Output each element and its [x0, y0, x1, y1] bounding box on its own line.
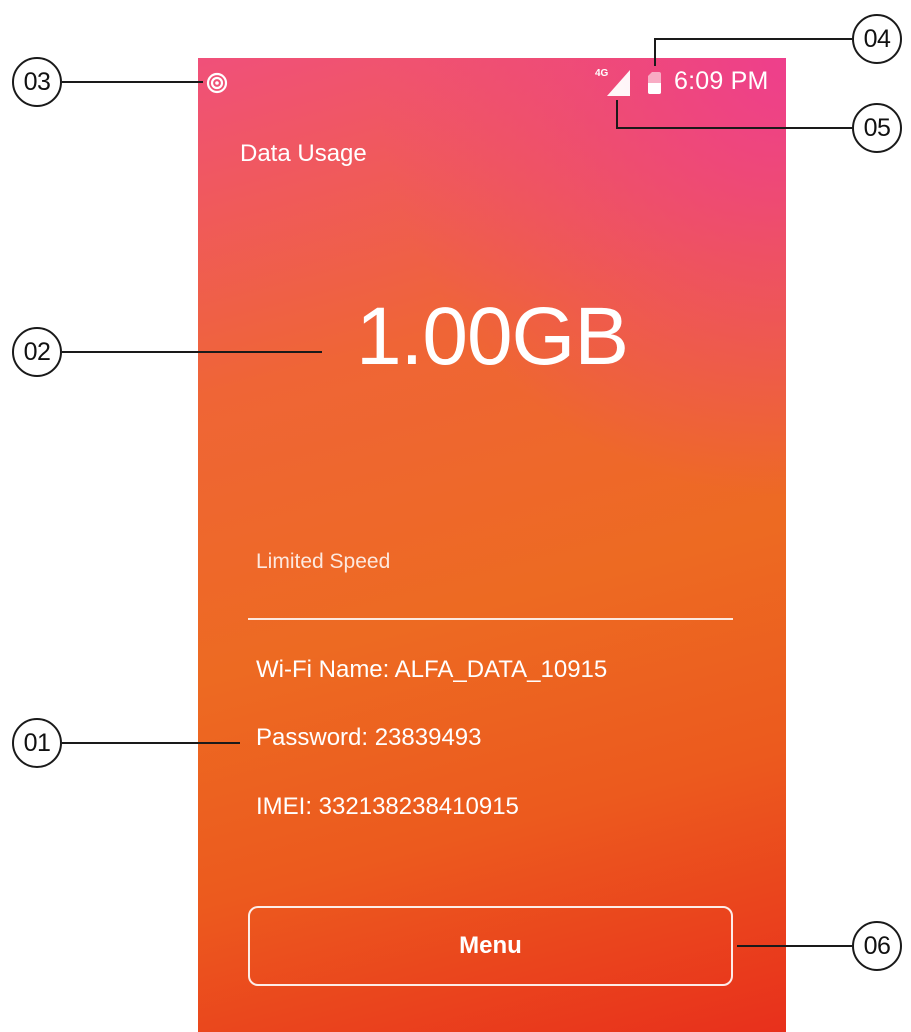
callout-05: 05 [852, 103, 902, 153]
callout-04: 04 [852, 14, 902, 64]
callout-02: 02 [12, 327, 62, 377]
callout-06: 06 [852, 921, 902, 971]
callout-01: 01 [12, 718, 62, 768]
wifi-password: Password: 23839493 [256, 724, 482, 751]
hotspot-icon [206, 72, 228, 94]
device-screen: 4G 6:09 PM Data Usage 1.00GB Limited Spe… [198, 58, 786, 1032]
divider [248, 618, 733, 620]
speed-status: Limited Speed [256, 550, 391, 573]
sim-card-icon [648, 72, 661, 94]
status-clock: 6:09 PM [674, 67, 769, 95]
signal-icon [607, 70, 630, 96]
wifi-name: Wi-Fi Name: ALFA_DATA_10915 [256, 656, 608, 683]
page-title: Data Usage [240, 140, 367, 167]
data-usage-value: 1.00GB [355, 291, 629, 382]
callout-03: 03 [12, 57, 62, 107]
menu-button[interactable]: Menu [248, 906, 733, 986]
imei: IMEI: 332138238410915 [256, 793, 519, 820]
status-bar: 4G 6:09 PM [198, 58, 786, 104]
